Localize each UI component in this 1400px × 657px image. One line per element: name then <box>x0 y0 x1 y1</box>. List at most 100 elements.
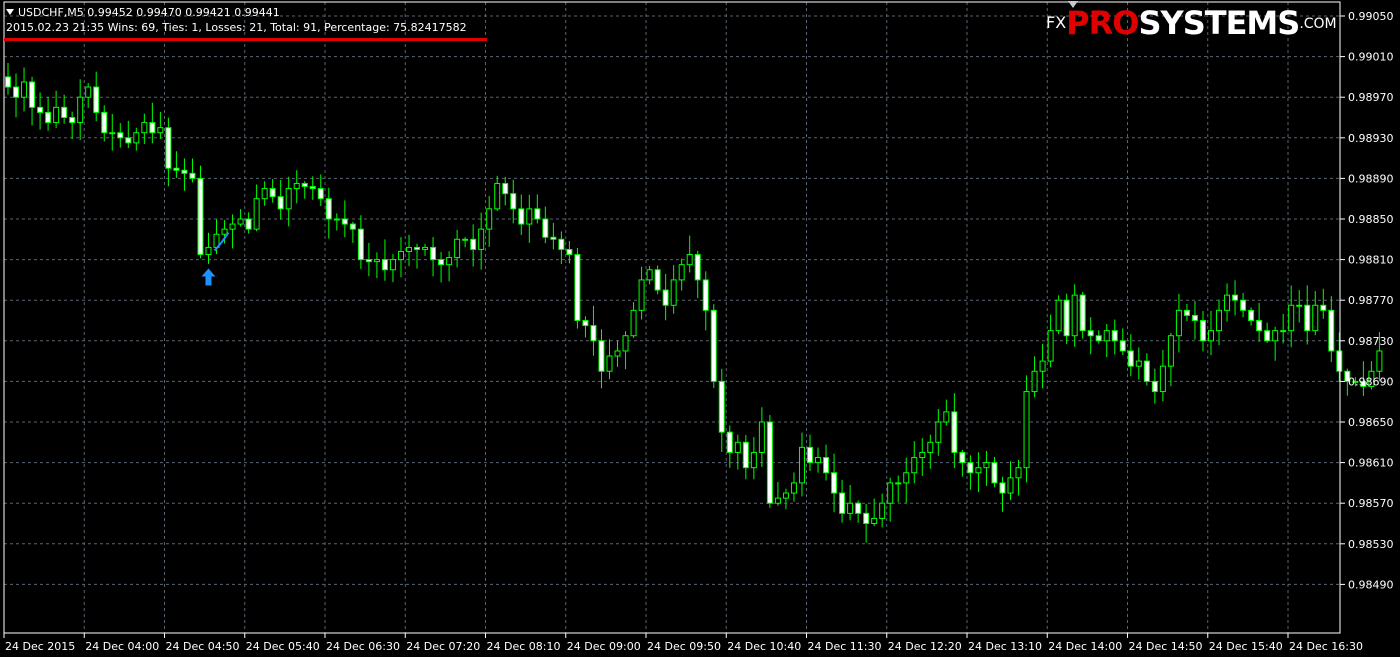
candle-bull <box>614 350 621 357</box>
candle-bear <box>101 111 108 134</box>
candle-bear <box>69 117 76 124</box>
candles-layer <box>5 62 1383 543</box>
candle-bear <box>662 289 669 306</box>
logo-fx: FX <box>1046 13 1067 32</box>
candle-bear <box>1151 380 1158 393</box>
candle-bear <box>93 86 100 113</box>
candle-bear <box>1191 314 1198 321</box>
candle-bull <box>1272 330 1279 342</box>
candle-bear <box>863 512 870 524</box>
candle-bear <box>558 238 565 250</box>
candle-bull <box>77 96 84 124</box>
candle-bull <box>678 264 685 281</box>
x-tick-label: 24 Dec 07:20 <box>406 640 480 653</box>
candle-bull <box>229 223 236 230</box>
y-tick-label: 0.98730 <box>1348 335 1394 348</box>
candle-bull <box>478 228 485 250</box>
candle-bull <box>782 492 789 499</box>
candle-bull <box>53 106 60 124</box>
candle-bull <box>670 279 677 306</box>
candle-bull <box>750 451 757 469</box>
candle-bull <box>630 309 637 337</box>
y-tick-label: 0.98810 <box>1348 254 1394 267</box>
candle-bear <box>470 238 477 250</box>
candle-bull <box>397 250 404 261</box>
candle-bear <box>125 137 132 144</box>
candle-bull <box>790 482 797 494</box>
x-tick-label: 24 Dec 09:50 <box>647 640 721 653</box>
candle-bull <box>1071 294 1078 337</box>
stats-line: 2015.02.23 21:35 Wins: 69, Ties: 1, Loss… <box>6 21 467 34</box>
y-tick-label: 0.99010 <box>1348 51 1394 64</box>
candle-bull <box>798 446 805 484</box>
candle-bear <box>45 111 52 124</box>
candle-bear <box>1087 330 1094 337</box>
candle-bear <box>325 198 332 220</box>
x-tick-label: 24 Dec 16:30 <box>1289 640 1363 653</box>
candlestick-chart: 0.99050 0.99010 0.98970 0.98930 0.98890 0.988… <box>3 1 1394 653</box>
candle-bull <box>494 182 501 210</box>
candle-bull <box>446 257 453 266</box>
candle-bear <box>1143 360 1150 382</box>
candle-bear <box>542 218 549 238</box>
y-tick-label: 0.98850 <box>1348 213 1394 226</box>
candle-bull <box>1224 294 1231 311</box>
candle-bull <box>1288 304 1295 332</box>
candle-bear <box>590 325 597 342</box>
brand-logo: FXPROSYSTEMS.COM <box>1046 1 1337 44</box>
candle-bear <box>181 169 188 174</box>
candle-bull <box>237 218 244 225</box>
candle-bear <box>1095 335 1102 342</box>
y-tick-label: 0.99050 <box>1348 10 1394 23</box>
candle-bear <box>1264 330 1271 342</box>
candle-bear <box>309 186 316 190</box>
x-tick-label: 24 Dec 06:30 <box>326 640 400 653</box>
candle-bear <box>807 446 813 464</box>
candle-bear <box>197 177 204 256</box>
candle-bull <box>919 451 926 459</box>
candle-bear <box>991 462 998 484</box>
candle-bear <box>61 106 68 118</box>
symbol-ohlc-text: USDCHF,M5 0.99452 0.99470 0.99421 0.9944… <box>18 6 280 19</box>
candle-bear <box>13 86 20 98</box>
candle-bear <box>357 228 364 261</box>
candle-bear <box>510 193 517 210</box>
candle-bear <box>301 182 308 188</box>
candle-bear <box>823 457 830 474</box>
x-tick-label: 24 Dec 05:40 <box>246 640 320 653</box>
buy-arrow-icon <box>201 268 216 286</box>
candle-bull <box>293 182 300 190</box>
candle-bull <box>85 86 92 98</box>
candle-bull <box>983 462 990 469</box>
x-tick-label: 24 Dec 10:40 <box>727 640 801 653</box>
candle-bull <box>879 502 886 519</box>
candle-bear <box>550 236 557 240</box>
candle-bear <box>694 254 701 281</box>
candle-bear <box>430 246 437 261</box>
candle-bear <box>582 320 589 327</box>
candle-bull <box>285 188 292 210</box>
candle-bear <box>839 492 846 514</box>
collapse-triangle-icon[interactable] <box>6 9 14 15</box>
candle-bear <box>173 167 180 171</box>
candle-bull <box>1135 360 1142 367</box>
candle-bull <box>261 188 268 200</box>
candle-bull <box>462 238 469 241</box>
candle-bear <box>710 309 717 382</box>
y-tick-label: 0.98530 <box>1348 538 1394 551</box>
candle-bear <box>341 218 348 225</box>
candle-bear <box>1063 299 1070 337</box>
candle-bear <box>1232 294 1239 301</box>
candle-bear <box>855 502 862 514</box>
candle-bull <box>1175 309 1182 337</box>
candle-bull <box>871 517 878 524</box>
candle-bear <box>381 259 388 271</box>
candle-bull <box>622 335 629 352</box>
candle-bear <box>702 279 709 311</box>
candle-bull <box>333 218 340 221</box>
y-tick-label: 0.98570 <box>1348 497 1394 510</box>
candle-bull <box>758 421 765 453</box>
candle-bull <box>1031 370 1038 393</box>
y-tick-label: 0.98970 <box>1348 91 1394 104</box>
logo-com: .COM <box>1299 16 1337 32</box>
